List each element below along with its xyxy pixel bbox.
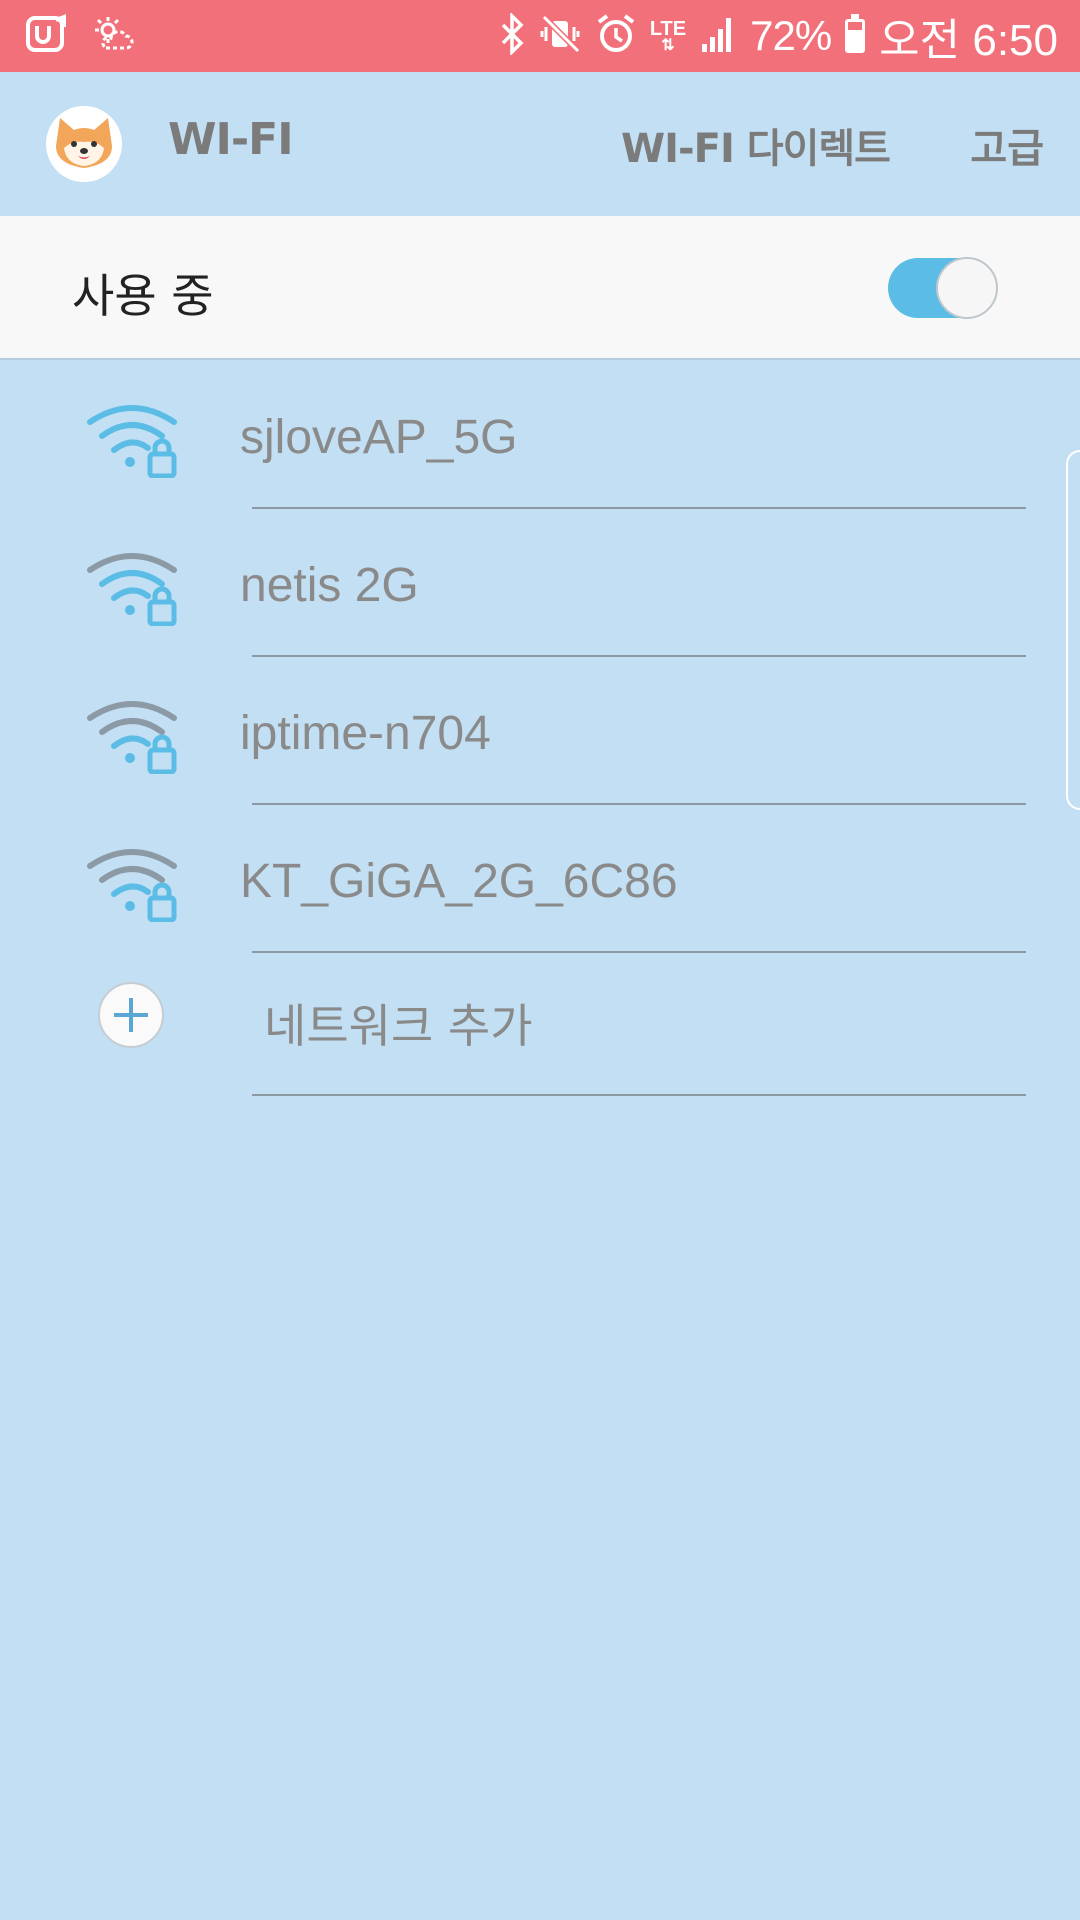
network-ssid: iptime-n704: [240, 707, 491, 760]
network-item[interactable]: netis 2G: [0, 508, 1080, 656]
wifi-toggle-row[interactable]: 사용 중: [0, 216, 1080, 360]
add-network-button[interactable]: 네트워크 추가: [0, 952, 1080, 1094]
add-network-label: 네트워크 추가: [264, 999, 533, 1053]
clock: 오전 6:50: [879, 16, 1058, 65]
wifi-locked-icon: [87, 849, 177, 922]
bluetooth-icon: [500, 11, 526, 59]
app-bar: WI-FI WI-FI 다이렉트 고급: [0, 72, 1080, 216]
divider: [252, 1094, 1026, 1096]
uplus-icon: [26, 14, 70, 58]
plus-icon: [98, 982, 164, 1048]
network-ssid: sjloveAP_5G: [240, 411, 518, 464]
lte-label: LTE: [649, 18, 687, 40]
switch-knob: [936, 257, 998, 319]
vibrate-mute-icon: [540, 13, 582, 59]
network-ssid: KT_GiGA_2G_6C86: [240, 855, 678, 908]
scroll-indicator[interactable]: [1066, 450, 1080, 810]
network-item[interactable]: iptime-n704: [0, 656, 1080, 804]
wifi-switch[interactable]: [888, 257, 1000, 320]
wifi-locked-icon: [87, 553, 177, 626]
page-title: WI-FI: [168, 114, 294, 165]
signal-icon: [700, 14, 736, 58]
lte-indicator: LTE ⇅: [649, 18, 687, 54]
wifi-locked-icon: [87, 405, 177, 478]
data-arrows-icon: ⇅: [661, 37, 675, 54]
network-item[interactable]: sjloveAP_5G: [0, 360, 1080, 508]
alarm-icon: [596, 13, 636, 59]
battery-percent: 72%: [750, 12, 832, 59]
shiba-dog-avatar-icon[interactable]: [46, 106, 122, 182]
status-bar: LTE ⇅ 72% 오전 6:50: [0, 0, 1080, 72]
wifi-locked-icon: [87, 701, 177, 774]
weather-icon: [92, 14, 136, 58]
advanced-button[interactable]: 고급: [970, 116, 1044, 174]
network-ssid: netis 2G: [240, 559, 419, 612]
wifi-direct-button[interactable]: WI-FI 다이렉트: [621, 116, 891, 174]
network-item[interactable]: KT_GiGA_2G_6C86: [0, 804, 1080, 952]
toggle-label: 사용 중: [72, 269, 214, 323]
battery-icon: [845, 14, 866, 53]
